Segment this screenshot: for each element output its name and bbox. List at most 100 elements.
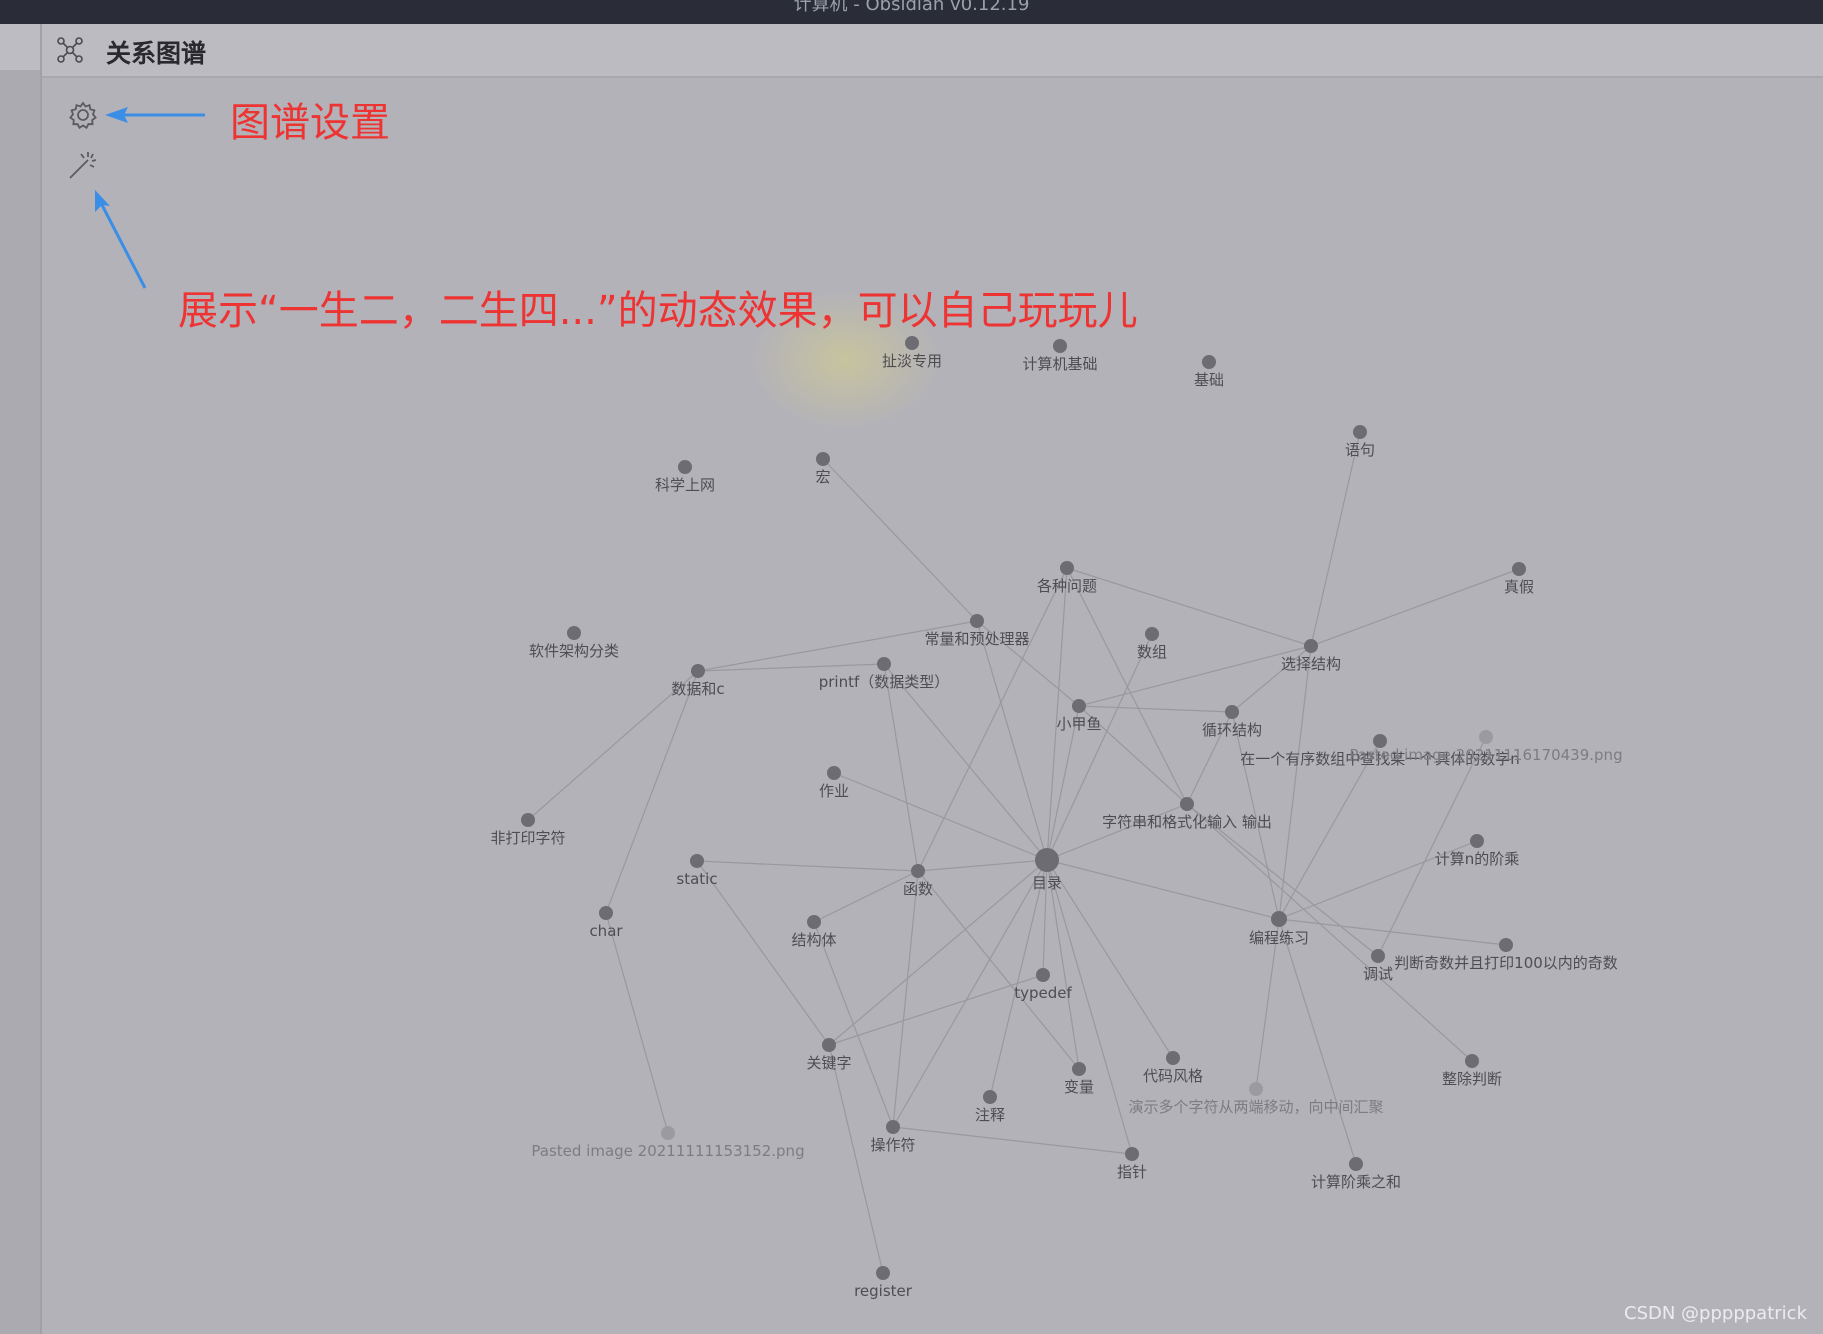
graph-node-kxsw[interactable]: 科学上网 [655, 460, 715, 494]
graph-node-dot[interactable] [661, 1126, 675, 1140]
graph-node-pdjs[interactable]: 判断奇数并且打印100以内的奇数 [1394, 938, 1618, 972]
graph-node-dot[interactable] [905, 336, 919, 350]
graph-node-jsnjc[interactable]: 计算n的阶乘 [1435, 834, 1520, 868]
graph-node-dot[interactable] [1060, 561, 1074, 575]
graph-canvas[interactable]: 目录 扯淡专用 计算机基础 基础 语句 科学上网 宏各种问题 真假 软件架构分类 常量和预处理器数… [42, 78, 1823, 1334]
graph-node-label: 代码风格 [1143, 1067, 1203, 1085]
graph-node-dot[interactable] [521, 813, 535, 827]
graph-node-gjz[interactable]: 关键字 [806, 1038, 852, 1072]
ribbon-active-slot[interactable] [0, 24, 40, 70]
graph-node-label: 基础 [1194, 371, 1224, 389]
graph-node-zfc[interactable]: 字符串和格式化输入 输出 [1102, 797, 1272, 831]
graph-node-jgt[interactable]: 结构体 [791, 915, 837, 949]
graph-node-static[interactable]: static [676, 854, 718, 888]
graph-node-pasted2[interactable]: Pasted image 20211116170439.png [1349, 730, 1623, 764]
graph-node-dot[interactable] [1225, 705, 1239, 719]
graph-edge [1310, 568, 1520, 647]
graph-icon[interactable] [54, 34, 86, 66]
graph-node-zcpd[interactable]: 整除判断 [1442, 1054, 1502, 1088]
graph-node-zhizhen[interactable]: 指针 [1117, 1147, 1147, 1181]
graph-node-dot[interactable] [1304, 639, 1318, 653]
graph-node-dot[interactable] [911, 864, 925, 878]
graph-node-bclx[interactable]: 编程练习 [1249, 911, 1309, 947]
graph-node-dot[interactable] [1166, 1051, 1180, 1065]
graph-node-dot[interactable] [1035, 848, 1059, 872]
graph-node-dot[interactable] [970, 614, 984, 628]
graph-node-dot[interactable] [690, 854, 704, 868]
graph-node-sjhc[interactable]: 数据和c [671, 664, 725, 698]
graph-node-label: 语句 [1345, 441, 1375, 459]
graph-node-rjjg[interactable]: 软件架构分类 [529, 626, 619, 660]
graph-node-clyc[interactable]: 常量和预处理器 [924, 614, 1030, 648]
graph-edge [605, 912, 669, 1134]
graph-node-dot[interactable] [1499, 938, 1513, 952]
graph-node-dot[interactable] [1053, 339, 1067, 353]
graph-node-gzwt[interactable]: 各种问题 [1037, 561, 1097, 595]
graph-node-xhjg[interactable]: 循环结构 [1202, 705, 1262, 739]
graph-node-dot[interactable] [886, 1120, 900, 1134]
graph-node-czf[interactable]: 操作符 [870, 1120, 916, 1154]
graph-node-dot[interactable] [691, 664, 705, 678]
watermark: CSDN @pppppatrick [1624, 1303, 1807, 1324]
graph-node-label: Pasted image 20211116170439.png [1349, 746, 1622, 764]
annotation-settings: 图谱设置 [230, 100, 390, 146]
graph-node-dot[interactable] [1479, 730, 1493, 744]
graph-node-dot[interactable] [1371, 949, 1385, 963]
graph-node-bianliang[interactable]: 变量 [1064, 1062, 1094, 1096]
graph-svg[interactable]: 目录 扯淡专用 计算机基础基础语句科学上网 宏各种问题 真假软件架构分类 常量和预处理器数… [42, 78, 1823, 1334]
graph-node-dot[interactable] [1202, 355, 1216, 369]
graph-node-xzjg[interactable]: 选择结构 [1281, 639, 1341, 673]
graph-edge [1046, 859, 1174, 1059]
graph-node-dot[interactable] [1036, 968, 1050, 982]
graph-node-jichu[interactable]: 基础 [1194, 355, 1224, 389]
graph-node-dot[interactable] [877, 657, 891, 671]
graph-node-dot[interactable] [1349, 1157, 1363, 1171]
graph-node-dot[interactable] [1470, 834, 1484, 848]
graph-node-dmfg[interactable]: 代码风格 [1143, 1051, 1203, 1085]
graph-node-label: 非打印字符 [490, 829, 565, 847]
graph-node-pasted1[interactable]: Pasted image 20211111153152.png [531, 1126, 805, 1160]
graph-node-dot[interactable] [1145, 627, 1159, 641]
graph-node-char[interactable]: char [589, 906, 623, 940]
graph-node-dot[interactable] [567, 626, 581, 640]
graph-node-zhushi[interactable]: 注释 [975, 1090, 1005, 1124]
graph-node-yszf[interactable]: 演示多个字符从两端移动，向中间汇聚 [1128, 1082, 1384, 1116]
graph-node-dot[interactable] [1180, 797, 1194, 811]
gear-icon[interactable] [66, 98, 100, 132]
graph-node-dot[interactable] [599, 906, 613, 920]
graph-node-dot[interactable] [983, 1090, 997, 1104]
graph-node-dot[interactable] [1249, 1082, 1263, 1096]
graph-edge [883, 663, 919, 872]
graph-node-shuzu[interactable]: 数组 [1137, 627, 1167, 661]
graph-node-dot[interactable] [1271, 911, 1287, 927]
graph-node-jsjczh[interactable]: 计算阶乘之和 [1311, 1157, 1401, 1191]
graph-node-dot[interactable] [1072, 1062, 1086, 1076]
graph-node-dot[interactable] [1125, 1147, 1139, 1161]
graph-node-fdyzf[interactable]: 非打印字符 [490, 813, 566, 847]
graph-node-dot[interactable] [1072, 699, 1086, 713]
graph-node-dot[interactable] [1465, 1054, 1479, 1068]
graph-node-yuju[interactable]: 语句 [1345, 425, 1375, 459]
graph-node-tiaoshi[interactable]: 调试 [1363, 949, 1393, 983]
graph-node-label: 结构体 [791, 931, 836, 949]
graph-node-dot[interactable] [807, 915, 821, 929]
graph-node-label: 函数 [903, 880, 933, 898]
graph-node-zuoye[interactable]: 作业 [819, 766, 849, 800]
graph-node-printf[interactable]: printf（数据类型） [819, 657, 950, 691]
graph-node-register[interactable]: register [854, 1266, 913, 1300]
graph-node-xiaojiayu[interactable]: 小甲鱼 [1056, 699, 1102, 733]
graph-node-label: 字符串和格式化输入 输出 [1102, 813, 1272, 831]
graph-node-dot[interactable] [827, 766, 841, 780]
graph-node-jsjjc[interactable]: 计算机基础 [1022, 339, 1098, 373]
graph-node-zhenjia[interactable]: 真假 [1504, 562, 1534, 596]
graph-node-mulu[interactable]: 目录 [1032, 848, 1062, 892]
graph-node-dot[interactable] [1512, 562, 1526, 576]
graph-node-hanshu[interactable]: 函数 [903, 864, 933, 898]
magic-wand-icon[interactable] [66, 148, 100, 182]
graph-node-hong[interactable]: 宏 [815, 452, 831, 486]
graph-node-dot[interactable] [822, 1038, 836, 1052]
graph-node-dot[interactable] [816, 452, 830, 466]
graph-node-dot[interactable] [678, 460, 692, 474]
graph-node-dot[interactable] [1353, 425, 1367, 439]
graph-node-dot[interactable] [876, 1266, 890, 1280]
